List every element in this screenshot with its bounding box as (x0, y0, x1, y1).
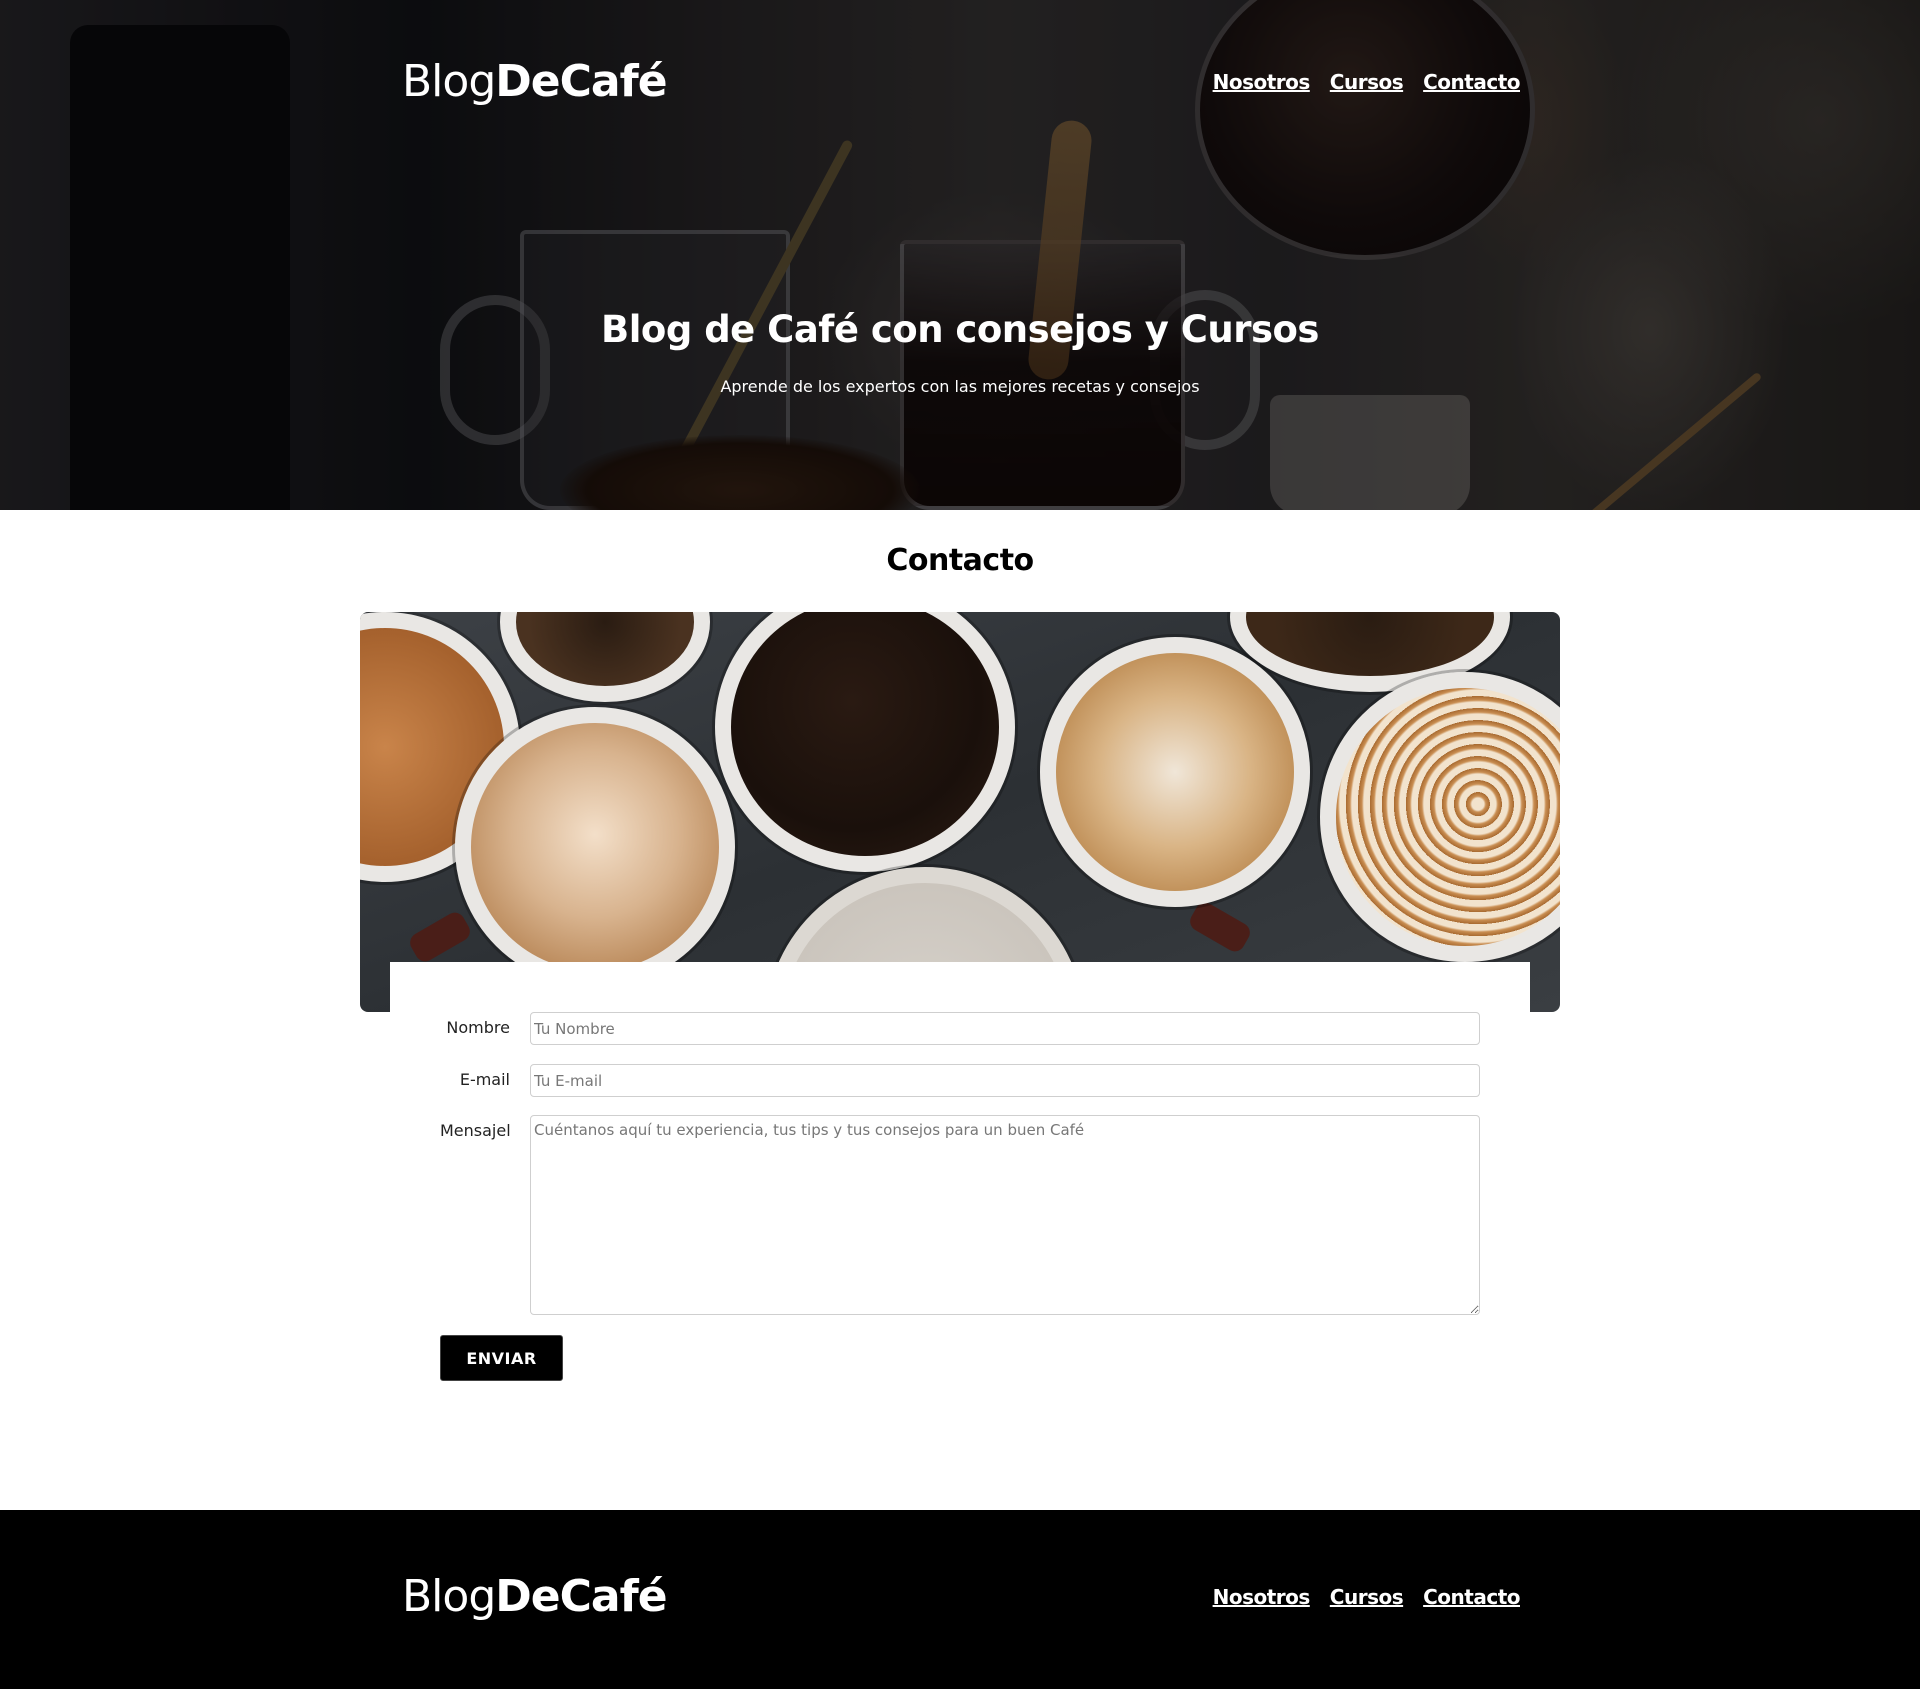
cup-handle (1186, 899, 1254, 955)
logo-text-bold: DeCafé (495, 1571, 667, 1622)
hero-title: Blog de Café con consejos y Cursos (601, 308, 1319, 351)
form-row-email: E-mail (440, 1064, 1480, 1097)
submit-button[interactable]: ENVIAR (440, 1335, 563, 1381)
footer-link-contacto[interactable]: Contacto (1423, 1585, 1520, 1609)
coffee-cups-image (360, 612, 1560, 1012)
nav-link-cursos[interactable]: Cursos (1330, 70, 1404, 94)
coffee-cup (1040, 637, 1310, 907)
nav-link-nosotros[interactable]: Nosotros (1213, 70, 1311, 94)
footer-logo[interactable]: BlogDeCafé (402, 1575, 668, 1619)
logo-text-light: Blog (402, 56, 496, 107)
footer-link-cursos[interactable]: Cursos (1330, 1585, 1404, 1609)
logo-text-bold: DeCafé (495, 56, 667, 107)
footer-navbar: BlogDeCafé Nosotros Cursos Contacto (402, 1567, 1520, 1627)
form-row-message: Mensajel (440, 1115, 1480, 1315)
message-label: Mensajel (440, 1121, 511, 1140)
logo-text-light: Blog (402, 1571, 496, 1622)
footer-link-nosotros[interactable]: Nosotros (1213, 1585, 1311, 1609)
site-logo[interactable]: BlogDeCafé (402, 60, 668, 104)
footer: BlogDeCafé Nosotros Cursos Contacto (0, 1510, 1920, 1689)
contact-form: Nombre E-mail Mensajel ENVIAR (390, 962, 1530, 1382)
coffee-cup (500, 612, 710, 702)
form-row-name: Nombre (440, 1012, 1480, 1045)
email-input[interactable] (530, 1064, 1480, 1097)
coffee-cup (455, 707, 735, 987)
coffee-cup (1320, 672, 1560, 962)
main-nav: Nosotros Cursos Contacto (1213, 70, 1521, 94)
top-navbar: BlogDeCafé Nosotros Cursos Contacto (402, 52, 1520, 112)
coffee-cup (715, 612, 1015, 872)
name-label: Nombre (446, 1018, 510, 1037)
email-label: E-mail (459, 1070, 510, 1089)
footer-nav: Nosotros Cursos Contacto (1213, 1585, 1521, 1609)
hero-header: BlogDeCafé Nosotros Cursos Contacto Blog… (0, 0, 1920, 510)
section-title: Contacto (886, 543, 1034, 578)
message-textarea[interactable] (530, 1115, 1480, 1315)
nav-link-contacto[interactable]: Contacto (1423, 70, 1520, 94)
name-input[interactable] (530, 1012, 1480, 1045)
hero-subtitle: Aprende de los expertos con las mejores … (720, 377, 1200, 396)
cup-handle (406, 909, 474, 965)
